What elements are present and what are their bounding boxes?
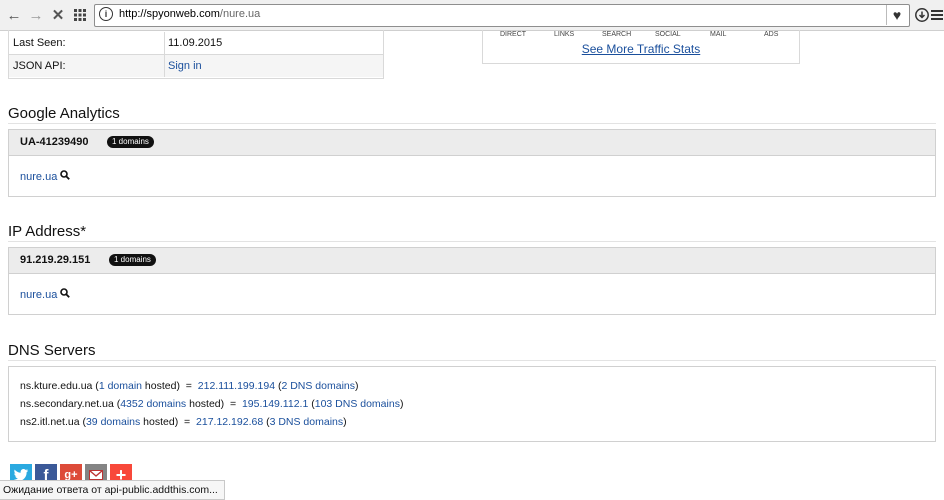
sign-in-link[interactable]: Sign in [168,60,202,72]
json-api-label: JSON API: [13,60,66,72]
hamburger-icon[interactable] [930,5,944,25]
column-divider [164,55,165,77]
domain-link[interactable]: nure.ua [20,171,57,183]
url-text: http://spyonweb.com/nure.ua [119,8,260,20]
browser-toolbar: ← → ✕ i http://spyonweb.com/nure.ua ♥ [0,0,944,31]
traffic-label-links: LINKS [554,31,575,38]
traffic-label-social: SOCIAL [655,31,681,38]
arrow-right-icon[interactable]: → [26,5,46,25]
url-host: http://spyonweb.com [119,8,220,20]
url-path: /nure.ua [219,8,261,20]
info-icon[interactable]: i [99,7,113,21]
ip-address: 91.219.29.151 [20,254,91,266]
dns-ip-link[interactable]: 212.111.199.194 [198,380,275,392]
dns-server-row: ns.kture.edu.ua (1 domain hosted) = 212.… [20,380,359,392]
hosted-count-link[interactable]: 4352 domains [120,398,186,410]
section-divider [8,360,936,361]
see-more-traffic-link[interactable]: See More Traffic Stats [483,42,799,56]
list-item: nure.ua [20,170,71,183]
domain-link[interactable]: nure.ua [20,289,57,301]
punctuation: ) [355,380,359,392]
address-bar[interactable]: i http://spyonweb.com/nure.ua [94,4,910,27]
hosted-count-link[interactable]: 1 domain [99,380,142,392]
dns-ip-link[interactable]: 195.149.112.1 [242,398,308,410]
traffic-label-mail: MAIL [710,31,727,38]
analytics-heading: Google Analytics [8,105,120,122]
dns-domains-link[interactable]: 103 DNS domains [315,398,400,410]
punctuation: ) [399,398,404,410]
panel-header: 91.219.29.151 1 domains [9,248,935,274]
last-seen-value: 11.09.2015 [168,37,223,49]
dns-heading: DNS Servers [8,342,96,359]
traffic-label-ads: ADS [764,31,779,38]
download-icon[interactable] [912,5,932,25]
ip-heading: IP Address* [8,223,87,240]
domains-badge: 1 domains [109,254,156,266]
ip-panel: 91.219.29.151 1 domains nure.ua [8,247,936,315]
grid-icon[interactable] [70,5,90,25]
browser-status-bar: Ожидание ответа от api-public.addthis.co… [0,480,225,500]
domains-badge: 1 domains [107,136,154,148]
section-divider [8,123,936,124]
search-icon[interactable] [60,288,71,301]
heart-icon[interactable]: ♥ [886,5,907,25]
hosted-text: hosted) = [142,380,198,392]
dns-domains-link[interactable]: 3 DNS domains [270,416,344,428]
close-icon[interactable]: ✕ [48,5,68,25]
analytics-code: UA-41239490 [20,136,89,148]
dns-ip-link[interactable]: 217.12.192.68 [196,416,263,428]
section-divider [8,241,936,242]
dns-server-row: ns.secondary.net.ua (4352 domains hosted… [20,398,403,410]
traffic-label-direct: DIRECT [500,31,527,38]
analytics-panel: UA-41239490 1 domains nure.ua [8,129,936,197]
table-row: JSON API: Sign in [9,55,383,77]
dns-server-name: ns.kture.edu.ua [20,380,93,392]
search-icon[interactable] [60,170,71,183]
dns-server-row: ns2.itl.net.ua (39 domains hosted) = 217… [20,416,347,428]
dns-server-name: ns2.itl.net.ua [20,416,80,428]
dns-domains-link[interactable]: 2 DNS domains [281,380,355,392]
dns-panel: ns.kture.edu.ua (1 domain hosted) = 212.… [8,366,936,442]
traffic-stats-box: DIRECT LINKS SEARCH SOCIAL MAIL ADS See … [482,30,800,64]
domain-info-table: Last Seen: 11.09.2015 JSON API: Sign in [8,30,384,79]
last-seen-label: Last Seen: [13,37,66,49]
panel-header: UA-41239490 1 domains [9,130,935,156]
table-row: Last Seen: 11.09.2015 [9,32,383,55]
hosted-text: hosted) = [140,416,197,428]
column-divider [164,32,165,54]
arrow-left-icon[interactable]: ← [4,5,24,25]
hosted-text: hosted) = [186,398,242,410]
traffic-label-search: SEARCH [602,31,632,38]
list-item: nure.ua [20,288,71,301]
hosted-count-link[interactable]: 39 domains [86,416,140,428]
punctuation: ) [343,416,347,428]
dns-server-name: ns.secondary.net.ua [20,398,114,410]
